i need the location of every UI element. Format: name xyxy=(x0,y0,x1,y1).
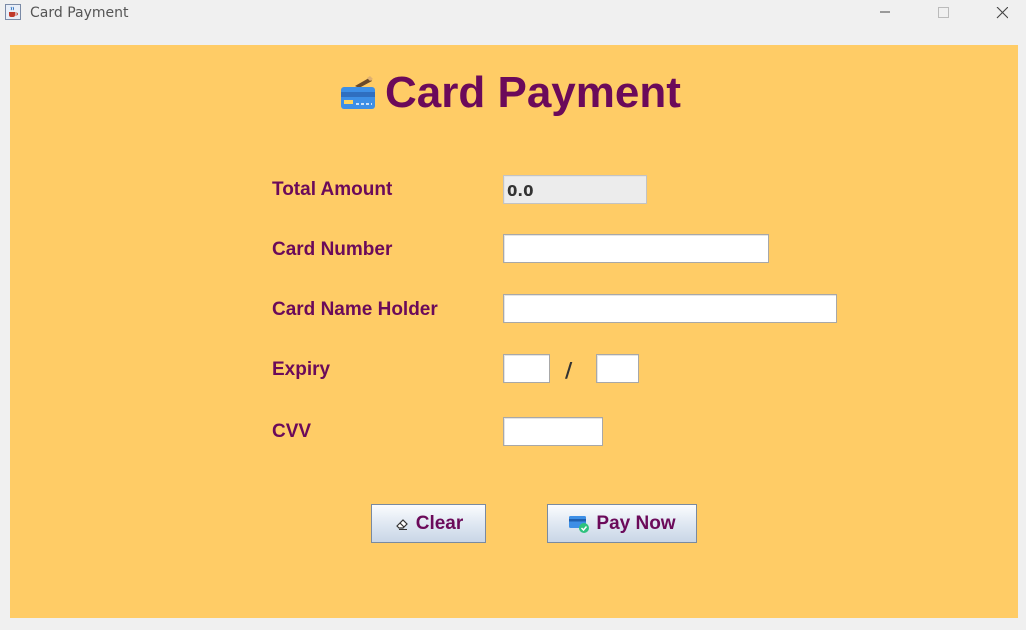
card-name-holder-label: Card Name Holder xyxy=(272,299,438,320)
expiry-month-input[interactable] xyxy=(503,354,550,383)
window-title: Card Payment xyxy=(30,5,129,21)
minimize-button[interactable] xyxy=(862,0,908,26)
page-title: Card Payment xyxy=(385,68,681,117)
card-number-label: Card Number xyxy=(272,239,393,260)
maximize-icon xyxy=(938,7,949,18)
card-number-input[interactable] xyxy=(503,234,769,263)
cvv-label: CVV xyxy=(272,421,312,442)
expiry-label: Expiry xyxy=(272,359,331,380)
clear-button-label: Clear xyxy=(415,512,464,534)
close-button[interactable] xyxy=(979,0,1025,26)
total-amount-field: 0.0 xyxy=(503,175,647,204)
java-cup-icon xyxy=(5,4,21,20)
cvv-input[interactable] xyxy=(503,417,603,446)
pay-now-button[interactable]: Pay Now xyxy=(547,504,697,543)
page-heading: Card Payment xyxy=(339,68,681,118)
clear-button[interactable]: Clear xyxy=(371,504,486,543)
total-amount-label: Total Amount xyxy=(272,179,393,200)
minimize-icon xyxy=(880,11,890,13)
maximize-button[interactable] xyxy=(920,0,966,26)
pay-now-button-label: Pay Now xyxy=(596,512,676,534)
expiry-year-input[interactable] xyxy=(596,354,639,383)
title-bar: Card Payment xyxy=(0,0,1026,26)
payment-panel xyxy=(10,45,1018,618)
card-check-icon xyxy=(569,515,590,533)
expiry-separator: / xyxy=(565,358,573,382)
close-icon xyxy=(996,7,1008,19)
eraser-icon xyxy=(395,518,408,530)
credit-card-icon xyxy=(341,76,375,109)
card-name-holder-input[interactable] xyxy=(503,294,837,323)
